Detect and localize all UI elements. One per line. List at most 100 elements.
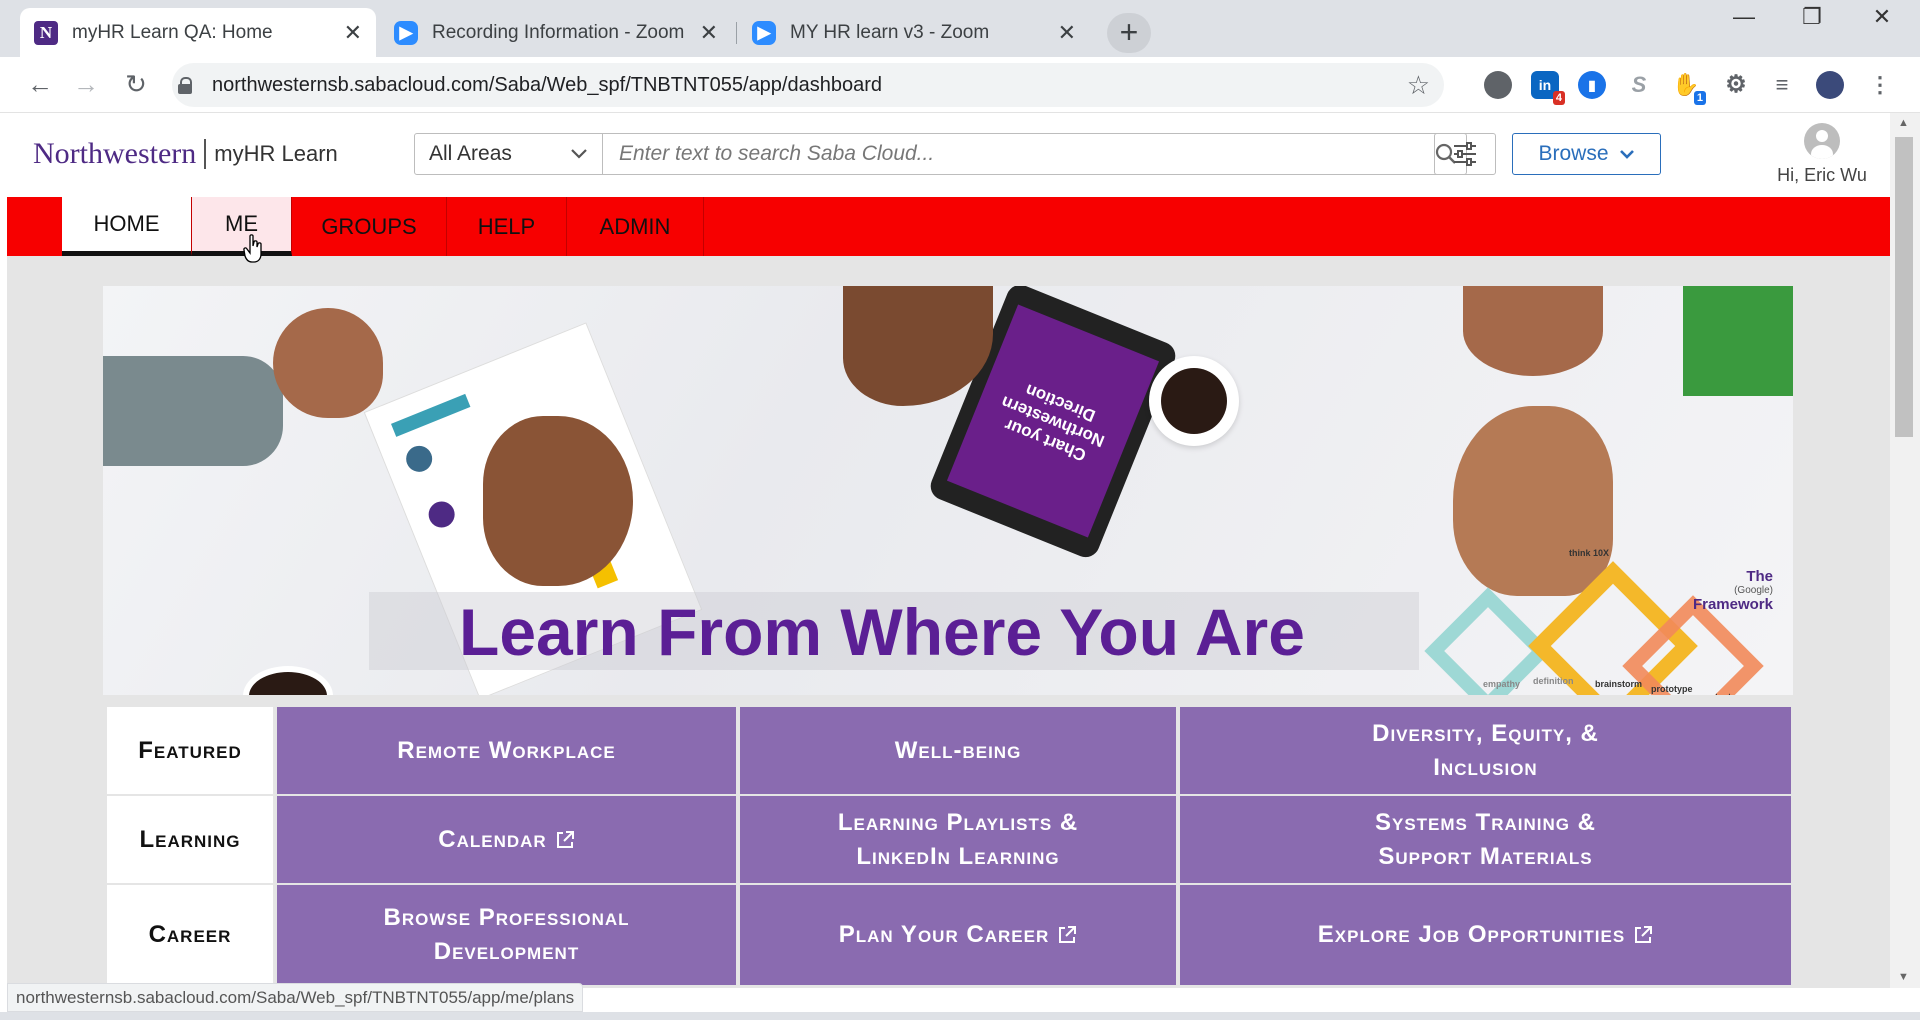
tile-learning-playlists-linkedin[interactable]: Learning Playlists & LinkedIn Learning [738, 794, 1178, 885]
tile-label: Systems Training & Support Materials [1374, 808, 1596, 870]
media-control-icon[interactable]: ≡ [1768, 71, 1796, 99]
banner-hand-illustration [1453, 406, 1613, 596]
forward-button[interactable]: → [68, 67, 104, 103]
search-area-value: All Areas [429, 142, 512, 165]
browse-button[interactable]: Browse [1512, 133, 1661, 175]
framework-step-label: prototype [1651, 684, 1693, 694]
close-window-button[interactable]: ✕ [1852, 4, 1912, 30]
puzzle-extensions-icon[interactable]: ⚙ [1722, 71, 1750, 99]
framework-step-label: test [1715, 692, 1731, 695]
linkedin-extension-icon[interactable]: in 4 [1531, 71, 1565, 105]
tile-label: Remote Workplace [397, 736, 616, 764]
framework-title-sub: (Google) [1734, 585, 1773, 596]
tile-browse-professional-development[interactable]: Browse Professional Development [275, 883, 738, 987]
grid-row-career: Career Browse Professional Development P… [105, 883, 1795, 987]
browser-tab-recording-zoom[interactable]: ▶ Recording Information - Zoom ✕ [380, 8, 732, 57]
scroll-up-arrow-icon[interactable]: ▲ [1898, 117, 1909, 129]
zoom-icon: ▶ [752, 20, 776, 45]
external-link-icon [1635, 926, 1653, 943]
tile-diversity-equity-inclusion[interactable]: Diversity, Equity, & Inclusion [1178, 705, 1793, 796]
tile-label: Calendar [438, 825, 547, 853]
profile-avatar[interactable] [1816, 71, 1844, 99]
tab-separator [736, 22, 737, 44]
search-filter-button[interactable] [1434, 133, 1496, 175]
row-heading: Learning [105, 794, 275, 885]
main-nav: HOME ME GROUPS HELP ADMIN [7, 197, 1890, 256]
framework-step-label: brainstorm [1595, 679, 1643, 689]
app-name: myHR Learn [214, 141, 338, 166]
browser-tab-myhr-zoom[interactable]: ▶ MY HR learn v3 - Zoom ✕ [738, 8, 1090, 57]
nav-admin[interactable]: ADMIN [567, 197, 704, 256]
new-tab-button[interactable]: + [1107, 13, 1151, 53]
nav-help[interactable]: HELP [447, 197, 567, 256]
address-url[interactable]: northwesternsb.sabacloud.com/Saba/Web_sp… [212, 74, 1407, 97]
minimize-window-button[interactable]: — [1714, 4, 1774, 30]
user-menu[interactable]: Hi, Eric Wu [1767, 123, 1877, 186]
scrollbar-thumb[interactable] [1895, 137, 1913, 437]
framework-note: think 10X [1569, 548, 1610, 558]
tile-label: Explore Job Opportunities [1317, 921, 1626, 948]
banner-coffee-illustration [243, 666, 333, 695]
tile-label: Diversity, Equity, & Inclusion [1372, 719, 1599, 781]
banner-sleeve-illustration [1683, 286, 1793, 396]
northwestern-wordmark: Northwestern [33, 137, 197, 170]
hand-extension-icon[interactable]: ✋ 1 [1672, 71, 1706, 105]
logo-divider [204, 139, 207, 169]
reload-button[interactable]: ↻ [118, 67, 154, 103]
page-scrollbar[interactable]: ▲ ▼ [1890, 113, 1920, 988]
banner-headline-box: Learn From Where You Are [369, 592, 1419, 670]
browser-tab-myhr-home[interactable]: N myHR Learn QA: Home ✕ [20, 8, 376, 57]
row-heading: Career [105, 883, 275, 987]
tile-calendar[interactable]: Calendar [275, 794, 738, 885]
hero-banner[interactable]: Chart your Northwestern Direction empath… [103, 286, 1793, 695]
tile-label: Learning Playlists & LinkedIn Learning [837, 808, 1079, 870]
browser-tab-bar: N myHR Learn QA: Home ✕ ▶ Recording Info… [0, 0, 1920, 57]
lock-icon[interactable] [178, 77, 192, 94]
banner-coffee-illustration [1149, 356, 1239, 446]
tile-plan-your-career[interactable]: Plan Your Career [738, 883, 1178, 987]
avatar [1804, 123, 1840, 159]
tile-remote-workplace[interactable]: Remote Workplace [275, 705, 738, 796]
extension-label: S [1631, 72, 1647, 97]
row-heading: Featured [105, 705, 275, 796]
grid-row-learning: Learning Calendar Learning Playlists & L… [105, 794, 1795, 885]
zoom-icon: ▶ [394, 20, 418, 45]
nav-groups[interactable]: GROUPS [292, 197, 447, 256]
search-input[interactable] [603, 134, 1426, 174]
site-logo[interactable]: Northwestern myHR Learn [33, 137, 338, 171]
notification-badge: 4 [1552, 91, 1565, 105]
s-extension-icon[interactable]: S [1625, 71, 1653, 99]
browser-toolbar: ← → ↻ northwesternsb.sabacloud.com/Saba/… [0, 57, 1920, 113]
bookmark-star-icon[interactable]: ☆ [1407, 70, 1430, 101]
tile-systems-training[interactable]: Systems Training & Support Materials [1178, 794, 1793, 885]
tile-explore-job-opportunities[interactable]: Explore Job Opportunities [1178, 883, 1793, 987]
nav-me[interactable]: ME [192, 197, 292, 256]
banner-sleeve-illustration [103, 356, 283, 466]
search-area-select[interactable]: All Areas [415, 134, 603, 174]
tile-well-being[interactable]: Well-being [738, 705, 1178, 796]
scroll-down-arrow-icon[interactable]: ▼ [1898, 971, 1909, 983]
nav-home[interactable]: HOME [62, 197, 192, 256]
banner-hand-illustration [1463, 286, 1603, 376]
window-bottom-edge [0, 1012, 1920, 1020]
banner-headline: Learn From Where You Are [459, 595, 1305, 669]
restore-window-button[interactable]: ❐ [1782, 4, 1842, 30]
hand-cursor-icon [243, 234, 262, 263]
sliders-icon [1454, 142, 1476, 166]
close-icon[interactable]: ✕ [1058, 20, 1076, 46]
framework-title: The (Google) Framework [1683, 568, 1773, 613]
bookmark-extension-icon[interactable]: ▮ [1578, 71, 1606, 99]
circle-extension-icon[interactable] [1484, 71, 1512, 99]
grid-row-featured: Featured Remote Workplace Well-being Div… [105, 705, 1795, 796]
close-icon[interactable]: ✕ [700, 20, 718, 46]
chevron-down-icon [1619, 149, 1634, 159]
framework-step-label: empathy [1483, 679, 1521, 689]
browse-label: Browse [1538, 142, 1609, 165]
northwestern-n-icon: N [34, 20, 58, 45]
banner-hand-illustration [273, 308, 383, 418]
back-button[interactable]: ← [22, 67, 58, 103]
browser-menu-icon[interactable]: ⋮ [1866, 71, 1894, 99]
user-greeting: Hi, Eric Wu [1777, 165, 1867, 185]
close-icon[interactable]: ✕ [344, 20, 362, 46]
address-bar[interactable]: northwesternsb.sabacloud.com/Saba/Web_sp… [172, 63, 1444, 107]
